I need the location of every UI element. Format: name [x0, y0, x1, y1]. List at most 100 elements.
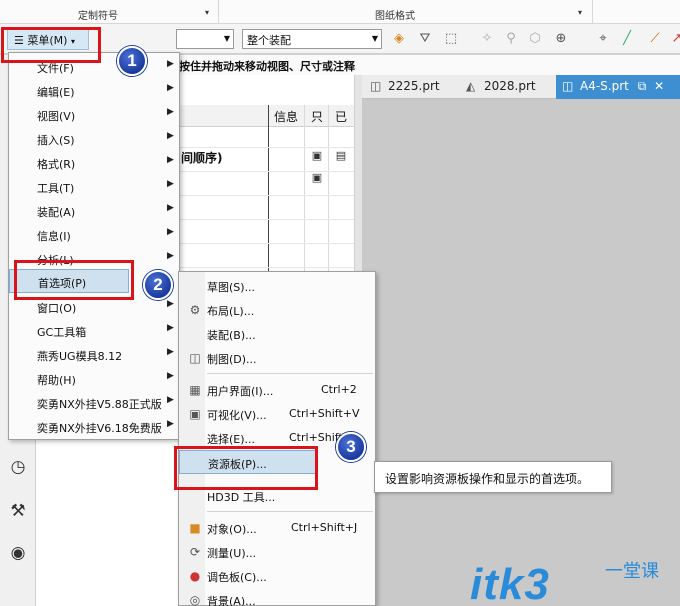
- ribbon-separator: [592, 0, 593, 24]
- menu-item-label: 选择(E)...: [207, 433, 256, 446]
- menu-item-palette[interactable]: ● 调色板(C)...: [179, 564, 375, 588]
- menu-item-label: 奕勇NX外挂V5.88正式版: [37, 398, 162, 411]
- menu-shortcut: Ctrl+2: [321, 383, 357, 396]
- background-icon: ◎: [189, 593, 201, 606]
- menu-item-label: 布局(L)...: [207, 305, 255, 318]
- menu-item-label: 测量(U)...: [207, 547, 257, 560]
- status-hint: 按住并拖动来移动视图、尺寸或注释: [179, 60, 355, 73]
- sketch-curve-icon[interactable]: ⟋: [646, 30, 664, 48]
- menu-item-plugin-v588[interactable]: 奕勇NX外挂V5.88正式版 ▶: [9, 391, 179, 415]
- menu-item-sketch[interactable]: 草图(S)...: [179, 274, 375, 298]
- visualization-icon: ▣: [189, 407, 201, 421]
- menu-item-layout[interactable]: ⚙ 布局(L)...: [179, 298, 375, 322]
- menu-item-edit[interactable]: 编辑(E) ▶: [9, 79, 179, 103]
- web-browser-icon[interactable]: ◉: [6, 541, 30, 565]
- main-menu: 文件(F) ▶ 编辑(E) ▶ 视图(V) ▶ 插入(S) ▶ 格式(R) ▶ 工具(T)…: [8, 52, 180, 440]
- menu-item-plugin-v618[interactable]: 奕勇NX外挂V6.18免费版 ▶: [9, 415, 179, 439]
- tab-2028-prt[interactable]: ◭ 2028.prt: [466, 75, 554, 99]
- menu-item-drafting[interactable]: ◫ 制图(D)...: [179, 346, 375, 370]
- popout-icon[interactable]: ⧉: [638, 79, 647, 93]
- menu-item-assembly-pref[interactable]: 装配(B)...: [179, 322, 375, 346]
- menu-item-background[interactable]: ◎ 背景(A)...: [179, 588, 375, 606]
- tab-a4-s-prt[interactable]: ◫ A4-S.prt ⧉ ✕: [556, 75, 680, 99]
- chevron-right-icon: ▶: [167, 227, 174, 237]
- document-tabs: ◫ 2225.prt ◭ 2028.prt ◫ A4-S.prt ⧉ ✕: [362, 75, 680, 99]
- menu-shortcut: Ctrl+Shift: [289, 431, 343, 444]
- object-icon: ■: [189, 521, 201, 535]
- column-readonly[interactable]: 只: [311, 108, 323, 125]
- drafting-icon: ◫: [189, 351, 201, 365]
- menu-item-label: 可视化(V)...: [207, 409, 267, 422]
- node-link-icon[interactable]: ⚲: [502, 30, 520, 48]
- menu-item-label: 格式(R): [37, 158, 76, 171]
- menu-item-label: 奕勇NX外挂V6.18免费版: [37, 422, 162, 435]
- chevron-down-icon: ▼: [223, 34, 230, 43]
- drawing-icon: ◫: [562, 79, 574, 93]
- chevron-right-icon: ▶: [167, 419, 174, 429]
- save-disk-icon: ▣: [311, 171, 323, 184]
- tab-2225-prt[interactable]: ◫ 2225.prt: [370, 75, 460, 99]
- menu-item-help[interactable]: 帮助(H) ▶: [9, 367, 179, 391]
- chevron-down-icon[interactable]: ▾: [578, 8, 582, 17]
- menu-item-object[interactable]: ■ 对象(O)... Ctrl+Shift+J: [179, 516, 375, 540]
- menu-item-assembly[interactable]: 装配(A) ▶: [9, 199, 179, 223]
- menu-item-user-interface[interactable]: ▦ 用户界面(I)... Ctrl+2: [179, 378, 375, 402]
- graphics-window[interactable]: [362, 99, 680, 606]
- chevron-right-icon: ▶: [167, 347, 174, 357]
- menu-item-view[interactable]: 视图(V) ▶: [9, 103, 179, 127]
- history-clock-icon[interactable]: ◷: [6, 455, 30, 479]
- menu-item-tools[interactable]: 工具(T) ▶: [9, 175, 179, 199]
- line-tool-icon[interactable]: ╱: [618, 30, 636, 48]
- selection-mode-icon[interactable]: ⬚: [442, 30, 460, 48]
- menu-item-visualization[interactable]: ▣ 可视化(V)... Ctrl+Shift+V: [179, 402, 375, 426]
- assembly-scope-value: 整个装配: [247, 34, 291, 47]
- menu-item-label: 对象(O)...: [207, 523, 257, 536]
- ribbon-group-drawing-format[interactable]: 图纸格式: [375, 7, 415, 22]
- part-icon: ◫: [370, 79, 382, 93]
- close-icon[interactable]: ✕: [654, 79, 664, 93]
- assembly-scope-select[interactable]: 整个装配 ▼: [242, 29, 382, 49]
- move-point-icon[interactable]: ⊕: [552, 30, 570, 48]
- tab-label: 2028.prt: [484, 79, 536, 93]
- tools-icon[interactable]: ⚒: [6, 499, 30, 523]
- tangent-icon[interactable]: ↗: [668, 30, 680, 48]
- tab-label: 2225.prt: [388, 79, 440, 93]
- layout-icon: ⚙: [189, 303, 201, 317]
- menu-shortcut: Ctrl+Shift+J: [291, 521, 358, 534]
- menu-item-measure[interactable]: ⟳ 测量(U)...: [179, 540, 375, 564]
- snap-point-icon[interactable]: ✧: [478, 30, 496, 48]
- modified-icon: ▤: [335, 149, 347, 162]
- tab-label: A4-S.prt: [580, 79, 629, 93]
- chevron-right-icon: ▶: [167, 299, 174, 309]
- chevron-right-icon: ▶: [167, 179, 174, 189]
- menu-item-label: 用户界面(I)...: [207, 385, 274, 398]
- chevron-down-icon[interactable]: ▾: [205, 8, 209, 17]
- menu-item-label: 草图(S)...: [207, 281, 256, 294]
- watermark-cn: 一堂课: [605, 561, 659, 582]
- crosshair-icon[interactable]: ⌖: [594, 30, 612, 48]
- menu-separator: [207, 373, 373, 374]
- chevron-right-icon: ▶: [167, 59, 174, 69]
- menu-item-insert[interactable]: 插入(S) ▶: [9, 127, 179, 151]
- chevron-right-icon: ▶: [167, 107, 174, 117]
- menu-item-information[interactable]: 信息(I) ▶: [9, 223, 179, 247]
- menu-item-label: HD3D 工具...: [207, 491, 276, 504]
- menu-item-yanxiu-mold[interactable]: 燕秀UG模具8.12 ▶: [9, 343, 179, 367]
- column-modified[interactable]: 已: [335, 108, 347, 125]
- ribbon-group-custom-symbol[interactable]: 定制符号: [78, 7, 118, 22]
- menu-item-format[interactable]: 格式(R) ▶: [9, 151, 179, 175]
- user-interface-icon: ▦: [189, 383, 201, 397]
- chevron-right-icon: ▶: [167, 371, 174, 381]
- main-toolbar: ☰ 菜单(M) ▾ ▼ 整个装配 ▼ ◈ ⛛ ⬚ ✧ ⚲ ⬡ ⊕ ⌖ ╱ ⟋ ↗: [0, 24, 680, 54]
- chevron-right-icon: ▶: [167, 155, 174, 165]
- filter-funnel-icon[interactable]: ⛛: [416, 30, 434, 48]
- menu-item-gc-toolbox[interactable]: GC工具箱 ▶: [9, 319, 179, 343]
- chevron-down-icon: ▼: [371, 34, 378, 43]
- solid-icon[interactable]: ⬡: [526, 30, 544, 48]
- cube-select-icon[interactable]: ◈: [390, 30, 408, 48]
- menu-item-label: 帮助(H): [37, 374, 76, 387]
- navigator-row-label[interactable]: 间顺序): [181, 149, 223, 166]
- palette-icon: ●: [189, 569, 201, 583]
- column-info[interactable]: 信息: [274, 108, 298, 125]
- filter-select[interactable]: ▼: [176, 29, 234, 49]
